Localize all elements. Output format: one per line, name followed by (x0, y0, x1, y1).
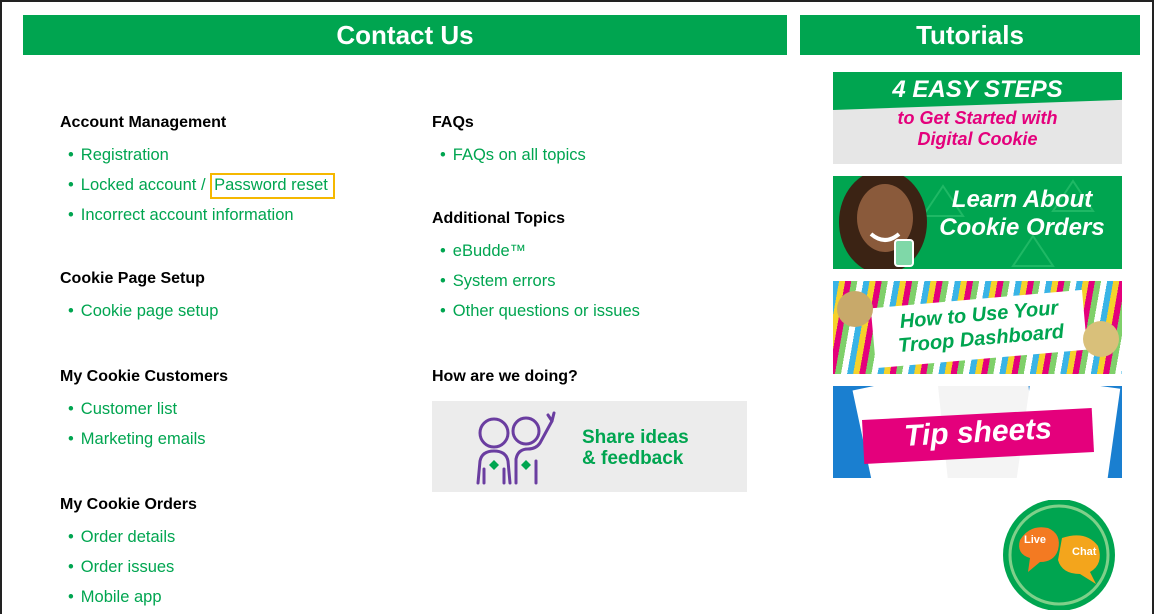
link-label: Order details (80, 528, 176, 546)
feedback-line-1: Share ideas (582, 427, 689, 448)
how-are-we-doing-section: How are we doing? (432, 368, 752, 394)
cookie-page-setup-section: Cookie Page Setup • Cookie page setup (60, 270, 380, 326)
tutorial-1-line-2: to Get Started with (897, 108, 1058, 128)
section-heading: Cookie Page Setup (60, 270, 205, 287)
section-heading: How are we doing? (432, 368, 578, 385)
link-password-reset[interactable]: Password reset (210, 173, 335, 199)
chat-chat-label: Chat (1072, 546, 1097, 558)
my-cookie-orders-section: My Cookie Orders • Order details • Order i… (60, 496, 380, 612)
cookie-icon (1083, 321, 1119, 357)
link-label: Mobile app (80, 588, 162, 606)
chat-live-label: Live (1024, 534, 1047, 546)
link-marketing-emails[interactable]: • Marketing emails (60, 424, 380, 454)
link-customer-list[interactable]: • Customer list (60, 394, 380, 424)
contact-us-header: Contact Us (23, 15, 787, 55)
tutorial-1-line-3: Digital Cookie (917, 129, 1038, 149)
tutorial-troop-dashboard[interactable]: How to Use Your Troop Dashboard (833, 281, 1122, 374)
account-management-section: Account Management • Registration • Locked… (60, 114, 380, 230)
link-system-errors[interactable]: • System errors (432, 266, 752, 296)
tutorial-2-line-1: Learn About (951, 186, 1093, 213)
link-faqs-all-topics[interactable]: • FAQs on all topics (432, 140, 752, 170)
share-feedback-banner[interactable]: Share ideas & feedback (432, 401, 747, 492)
link-cookie-page-setup[interactable]: • Cookie page setup (60, 296, 380, 326)
tutorial-2-text: Learn About Cookie Orders (927, 186, 1117, 242)
link-order-details[interactable]: • Order details (60, 522, 380, 552)
link-label: Registration (80, 146, 169, 164)
tutorial-2-line-2: Cookie Orders (939, 214, 1105, 241)
link-label: Other questions or issues (452, 302, 640, 320)
people-icon (476, 411, 556, 485)
link-label: Customer list (80, 400, 178, 418)
link-label: Marketing emails (80, 430, 206, 448)
live-chat-button[interactable]: Live Chat (1000, 499, 1118, 611)
link-label: eBudde™ (452, 242, 527, 260)
link-label: System errors (452, 272, 556, 290)
section-heading: My Cookie Customers (60, 368, 229, 385)
faqs-section: FAQs • FAQs on all topics (432, 114, 752, 170)
section-heading: Account Management (60, 114, 227, 131)
chat-icon (1003, 499, 1115, 611)
tutorial-learn-cookie-orders[interactable]: Learn About Cookie Orders (833, 176, 1122, 269)
my-cookie-customers-section: My Cookie Customers • Customer list • Mark… (60, 368, 380, 454)
tutorial-tip-sheets[interactable]: Tip sheets (833, 386, 1122, 478)
link-label: Locked account / (80, 176, 211, 194)
section-heading: Additional Topics (432, 210, 566, 227)
additional-topics-section: Additional Topics • eBudde™ • System error… (432, 210, 752, 326)
tutorial-1-line-1: 4 EASY STEPS (892, 76, 1063, 103)
link-order-issues[interactable]: • Order issues (60, 552, 380, 582)
link-mobile-app[interactable]: • Mobile app (60, 582, 380, 612)
link-registration[interactable]: • Registration (60, 140, 380, 170)
link-label: Order issues (80, 558, 175, 576)
link-locked-account[interactable]: • Locked account / Password reset (60, 170, 380, 200)
link-label: Cookie page setup (80, 302, 219, 320)
link-incorrect-account-information[interactable]: • Incorrect account information (60, 200, 380, 230)
tutorials-header: Tutorials (800, 15, 1140, 55)
section-heading: FAQs (432, 114, 474, 131)
feedback-text: Share ideas & feedback (582, 427, 689, 469)
link-other-questions[interactable]: • Other questions or issues (432, 296, 752, 326)
link-label: FAQs on all topics (452, 146, 586, 164)
link-ebudde[interactable]: • eBudde™ (432, 236, 752, 266)
link-label: Incorrect account information (80, 206, 294, 224)
tutorial-4-easy-steps[interactable]: 4 EASY STEPS to Get Started with Digital… (833, 72, 1122, 164)
cookie-icon (837, 291, 873, 327)
feedback-line-2: & feedback (582, 448, 684, 469)
section-heading: My Cookie Orders (60, 496, 197, 513)
